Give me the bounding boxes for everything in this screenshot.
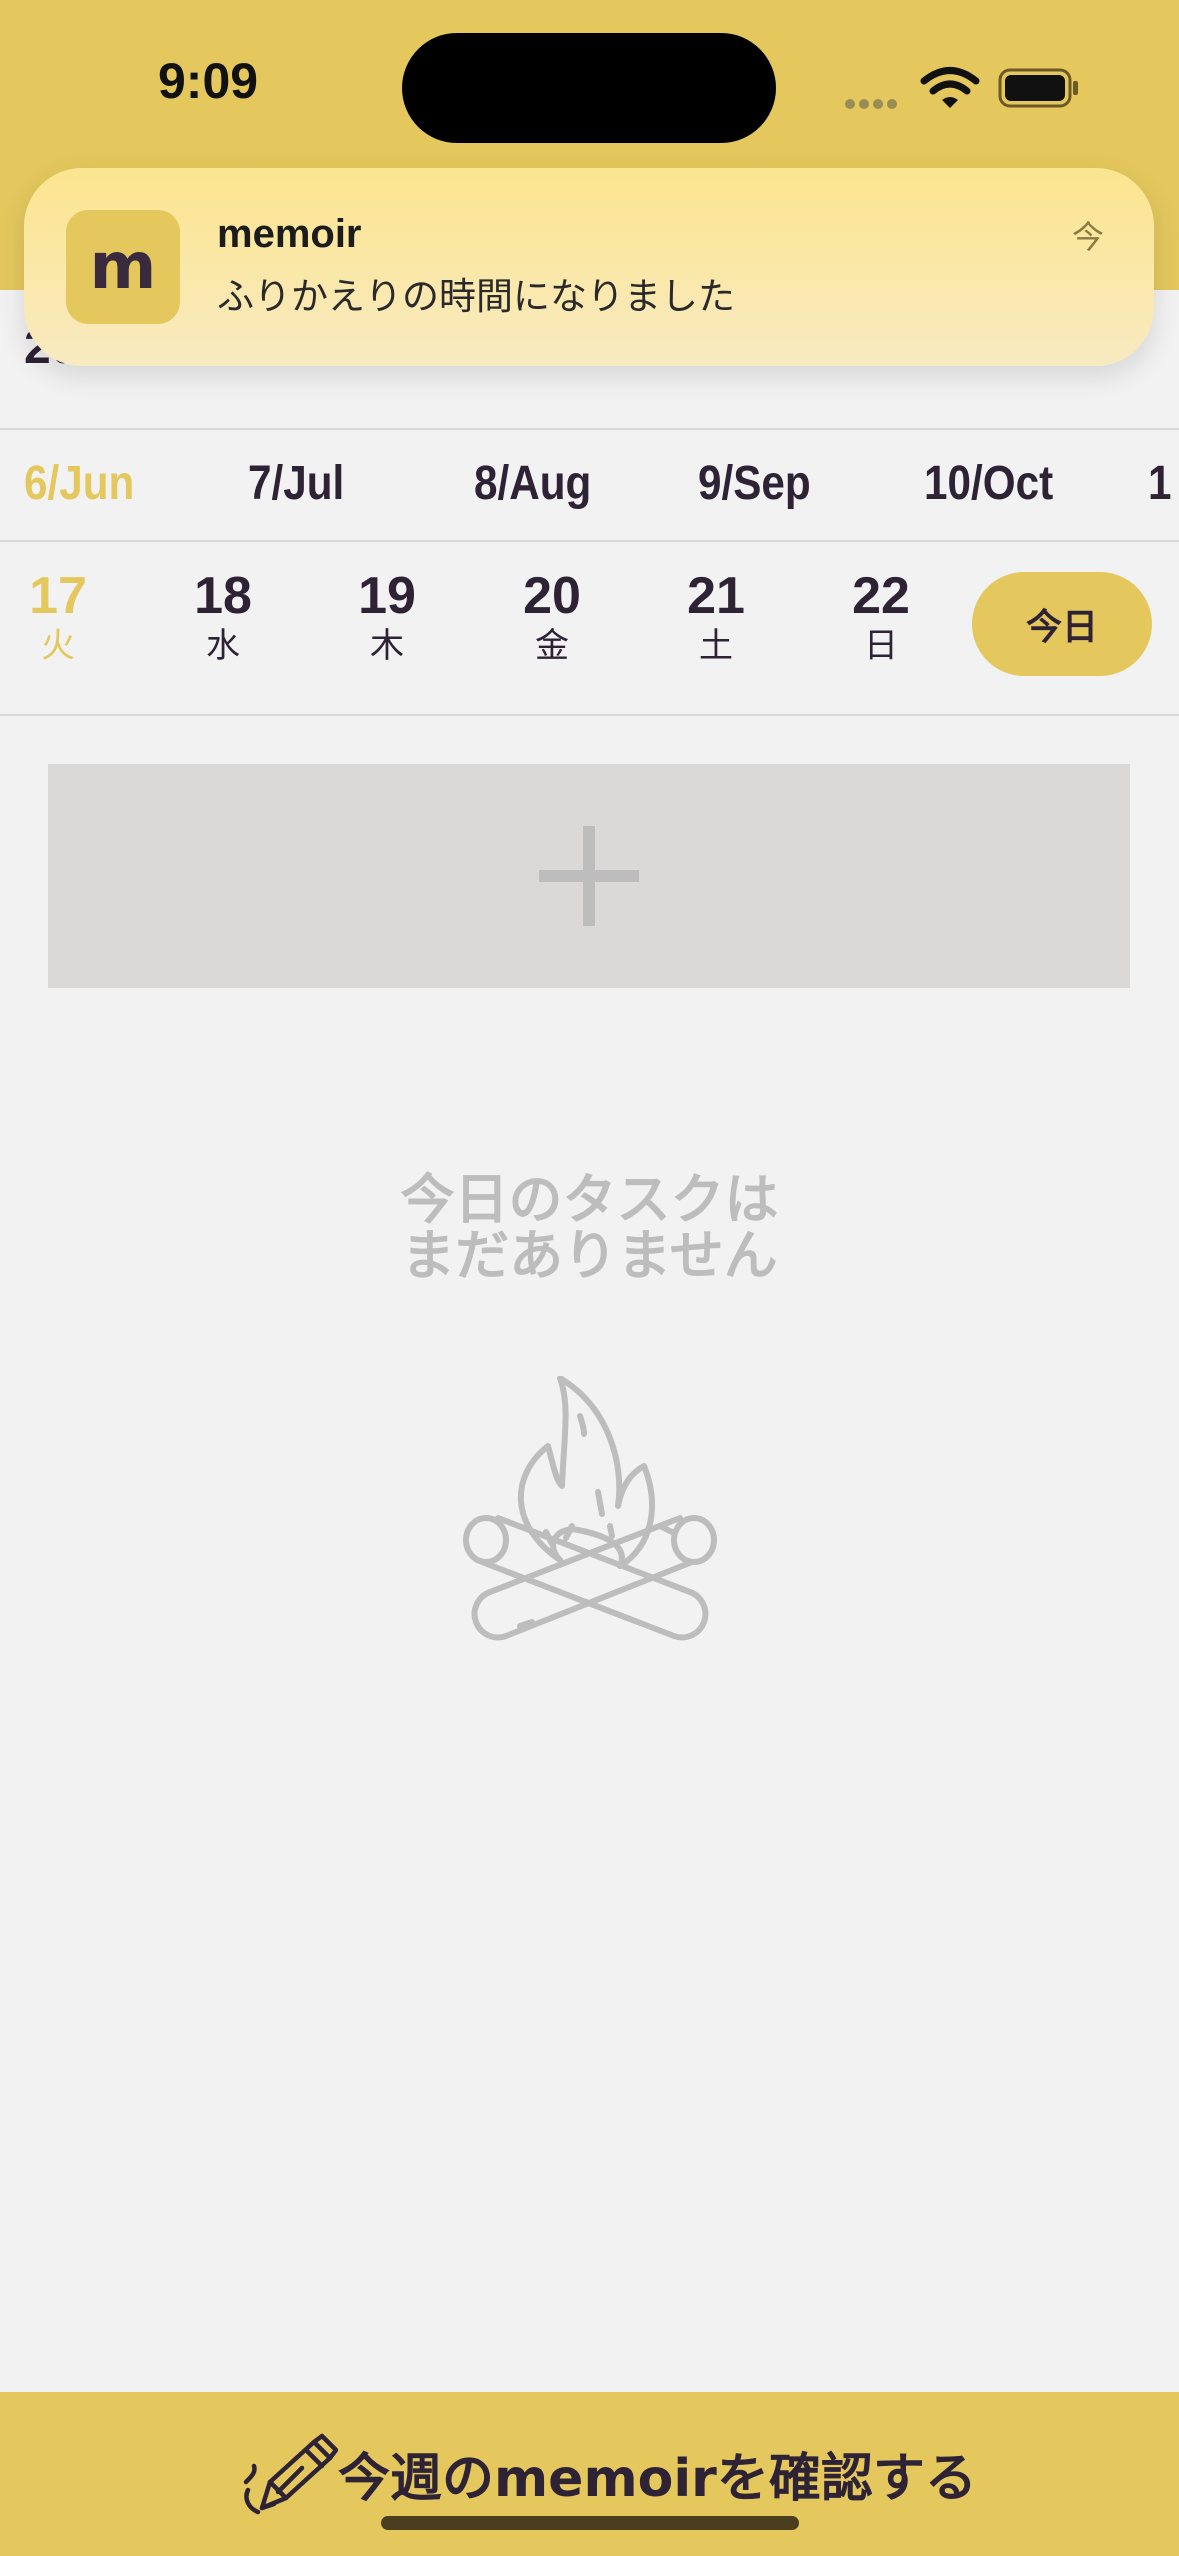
cellular-signal-icon (845, 94, 901, 113)
notification-body: ふりかえりの時間になりました (217, 275, 735, 318)
home-indicator (381, 2516, 799, 2530)
dynamic-island (402, 33, 776, 143)
month-tab[interactable]: 8/Aug (474, 456, 591, 511)
wifi-icon (920, 67, 980, 108)
divider (0, 714, 1179, 716)
day-weekday: 木 (370, 626, 404, 666)
status-time: 9:09 (158, 53, 259, 109)
notification-banner[interactable]: m memoir ふりかえりの時間になりました 今 (24, 168, 1154, 366)
day-item[interactable]: 17 火 (3, 568, 113, 668)
month-row: 6/Jun 7/Jul 8/Aug 9/Sep 10/Oct 1 (0, 430, 1179, 540)
battery-icon (998, 68, 1078, 108)
day-weekday: 水 (206, 626, 240, 666)
month-tab[interactable]: 9/Sep (698, 456, 811, 511)
divider (0, 540, 1179, 542)
day-number: 18 (194, 567, 252, 625)
today-button[interactable]: 今日 (972, 572, 1152, 676)
campfire-icon (463, 1376, 717, 1641)
day-number: 22 (852, 567, 910, 625)
month-tab[interactable]: 6/Jun (24, 456, 134, 511)
month-tab[interactable]: 7/Jul (248, 456, 344, 511)
day-item[interactable]: 18 水 (168, 568, 278, 668)
day-weekday: 火 (41, 626, 75, 666)
weekly-memoir-label: 今週のmemoirを確認する (338, 2449, 977, 2509)
day-weekday: 土 (699, 626, 733, 666)
day-item[interactable]: 19 木 (332, 568, 442, 668)
month-tab[interactable]: 1 (1148, 456, 1171, 511)
notification-time: 今 (1071, 218, 1104, 256)
month-tab[interactable]: 10/Oct (924, 456, 1053, 511)
add-task-button[interactable] (48, 764, 1130, 988)
day-item[interactable]: 20 金 (497, 568, 607, 668)
day-number: 20 (523, 567, 581, 625)
day-number: 17 (29, 567, 87, 625)
day-weekday: 金 (535, 626, 569, 666)
day-number: 19 (358, 567, 416, 625)
empty-tasks-line1: 今日のタスクは (400, 1168, 779, 1231)
day-item[interactable]: 22 日 (826, 568, 936, 668)
day-item[interactable]: 21 土 (661, 568, 771, 668)
day-number: 21 (687, 567, 745, 625)
day-weekday: 日 (864, 626, 898, 666)
memoir-app-icon: m (66, 210, 180, 324)
weekly-memoir-button[interactable]: 今週のmemoirを確認する (0, 2392, 1179, 2556)
empty-tasks-line2: まだありません (401, 1224, 778, 1287)
plus-icon (539, 826, 639, 926)
empty-tasks-message: 今日のタスクは まだありません (0, 1172, 1179, 1284)
notification-title: memoir (217, 212, 362, 256)
pen-icon (243, 2433, 338, 2515)
